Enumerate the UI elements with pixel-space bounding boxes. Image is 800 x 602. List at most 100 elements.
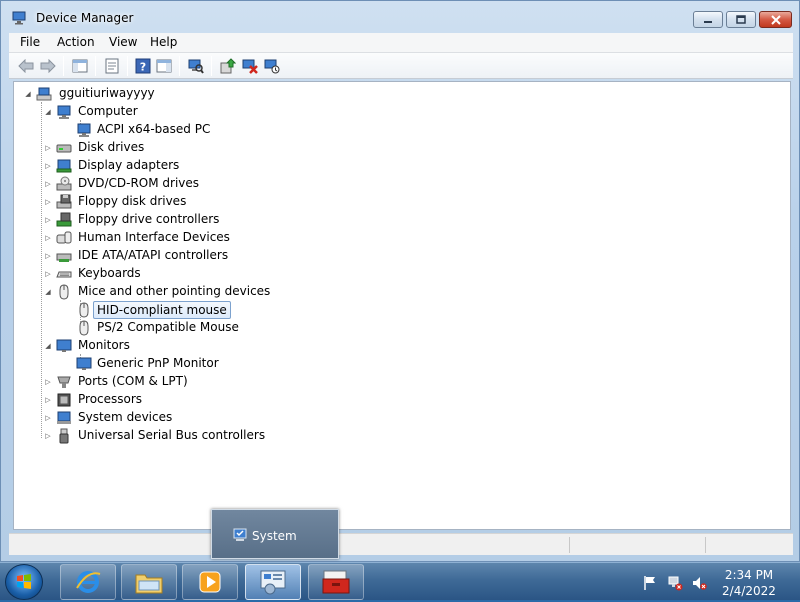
tree-root-label[interactable]: gguitiuriwayyyy — [56, 85, 158, 101]
menu-bar: File Action View Help — [9, 33, 793, 53]
status-bar — [9, 533, 793, 555]
menu-view[interactable]: View — [102, 35, 144, 49]
toolbar-separator — [127, 56, 128, 76]
device-manager-window: Device Manager File Action View Help ? ◢… — [0, 0, 800, 562]
maximize-icon — [736, 15, 746, 24]
ps2-mouse-icon — [76, 320, 92, 336]
expand-dvd-drives-icon[interactable]: ▷ — [44, 180, 52, 188]
disk-drive-icon — [56, 140, 72, 156]
collapse-root-icon[interactable]: ◢ — [24, 90, 32, 98]
uninstall-device-button[interactable] — [241, 57, 259, 75]
expand-floppy-controllers-icon[interactable]: ▷ — [44, 216, 52, 224]
tree-connector — [41, 102, 42, 438]
tree-item-keyboards[interactable]: Keyboards — [75, 265, 144, 281]
tree-item-ports[interactable]: Ports (COM & LPT) — [75, 373, 191, 389]
toolbar-separator — [211, 56, 212, 76]
action-pane-button[interactable] — [155, 57, 173, 75]
taskbar-media-player[interactable] — [182, 564, 238, 600]
taskbar-control-panel[interactable] — [245, 564, 301, 600]
tree-item-acpi-pc[interactable]: ACPI x64-based PC — [94, 121, 213, 137]
ide-controller-icon — [56, 248, 72, 264]
tree-item-computer[interactable]: Computer — [75, 103, 141, 119]
generic-monitor-icon — [76, 356, 92, 372]
menu-file[interactable]: File — [13, 35, 47, 49]
windows-logo-icon — [17, 574, 31, 589]
hid-mouse-icon — [76, 302, 92, 318]
system-icon — [233, 528, 247, 541]
help-icon: ? — [135, 58, 151, 74]
expand-keyboards-icon[interactable]: ▷ — [44, 270, 52, 278]
tree-item-ide[interactable]: IDE ATA/ATAPI controllers — [75, 247, 231, 263]
close-button[interactable] — [759, 11, 792, 28]
computer-icon — [56, 104, 72, 120]
system-device-icon — [56, 410, 72, 426]
system-clock[interactable]: 2:34 PM 2/4/2022 — [718, 567, 780, 599]
disable-device-button[interactable] — [263, 57, 281, 75]
properties-icon — [105, 58, 119, 74]
expand-hid-icon[interactable]: ▷ — [44, 234, 52, 242]
minimize-icon — [704, 20, 712, 23]
maximize-button[interactable] — [726, 11, 756, 28]
collapse-mice-icon[interactable]: ◢ — [44, 288, 52, 296]
display-adapter-icon — [56, 158, 72, 174]
menu-action[interactable]: Action — [50, 35, 102, 49]
action-center-flag-icon[interactable] — [642, 575, 658, 591]
volume-muted-icon[interactable] — [691, 575, 707, 591]
tree-item-floppy-controllers[interactable]: Floppy drive controllers — [75, 211, 222, 227]
update-driver-icon — [220, 58, 236, 74]
expand-display-adapters-icon[interactable]: ▷ — [44, 162, 52, 170]
popup-label: System — [252, 529, 297, 543]
device-manager-icon — [12, 11, 26, 25]
forward-button[interactable] — [39, 57, 57, 75]
collapse-monitors-icon[interactable]: ◢ — [44, 342, 52, 350]
help-button[interactable]: ? — [134, 57, 152, 75]
tree-item-hid-compliant-mouse[interactable]: HID-compliant mouse — [93, 301, 231, 319]
tree-item-display-adapters[interactable]: Display adapters — [75, 157, 182, 173]
properties-button[interactable] — [103, 57, 121, 75]
forward-arrow-icon — [40, 59, 56, 73]
taskbar-toolbox[interactable] — [308, 564, 364, 600]
control-panel-icon — [260, 570, 286, 595]
tree-item-disk-drives[interactable]: Disk drives — [75, 139, 147, 155]
expand-processors-icon[interactable]: ▷ — [44, 396, 52, 404]
computer-root-icon — [36, 86, 52, 102]
update-driver-button[interactable] — [219, 57, 237, 75]
scan-hardware-button[interactable] — [187, 57, 205, 75]
expand-ports-icon[interactable]: ▷ — [44, 378, 52, 386]
expand-disk-drives-icon[interactable]: ▷ — [44, 144, 52, 152]
tree-item-mice[interactable]: Mice and other pointing devices — [75, 283, 273, 299]
expand-usb-icon[interactable]: ▷ — [44, 432, 52, 440]
tree-item-generic-monitor[interactable]: Generic PnP Monitor — [94, 355, 222, 371]
tree-item-usb[interactable]: Universal Serial Bus controllers — [75, 427, 268, 443]
expand-system-devices-icon[interactable]: ▷ — [44, 414, 52, 422]
tree-item-ps2-mouse[interactable]: PS/2 Compatible Mouse — [94, 319, 242, 335]
tree-item-system-devices[interactable]: System devices — [75, 409, 175, 425]
mouse-icon — [56, 284, 72, 300]
title-bar[interactable]: Device Manager — [1, 1, 799, 33]
dvd-drive-icon — [56, 176, 72, 192]
minimize-button[interactable] — [693, 11, 723, 28]
back-button[interactable] — [17, 57, 35, 75]
tree-item-floppy-drives[interactable]: Floppy disk drives — [75, 193, 189, 209]
menu-help[interactable]: Help — [143, 35, 184, 49]
taskbar-thumbnail-popup[interactable]: System — [211, 509, 339, 559]
tree-item-monitors[interactable]: Monitors — [75, 337, 133, 353]
expand-floppy-drives-icon[interactable]: ▷ — [44, 198, 52, 206]
tree-item-hid[interactable]: Human Interface Devices — [75, 229, 233, 245]
processor-icon — [56, 392, 72, 408]
taskbar-file-explorer[interactable] — [121, 564, 177, 600]
close-icon — [770, 14, 781, 25]
network-disconnected-icon[interactable] — [667, 575, 683, 591]
tree-item-dvd-drives[interactable]: DVD/CD-ROM drives — [75, 175, 202, 191]
toolbar-separator — [95, 56, 96, 76]
expand-ide-icon[interactable]: ▷ — [44, 252, 52, 260]
device-tree[interactable]: ◢ gguitiuriwayyyy ◢ Computer ACPI x64-ba… — [13, 81, 791, 530]
toolbox-icon — [322, 570, 350, 594]
media-player-icon — [199, 571, 221, 593]
taskbar-internet-explorer[interactable] — [60, 564, 116, 600]
collapse-computer-icon[interactable]: ◢ — [44, 108, 52, 116]
start-button[interactable] — [5, 564, 43, 600]
tree-item-processors[interactable]: Processors — [75, 391, 145, 407]
status-bar-divider — [705, 537, 706, 553]
console-tree-button[interactable] — [71, 57, 89, 75]
